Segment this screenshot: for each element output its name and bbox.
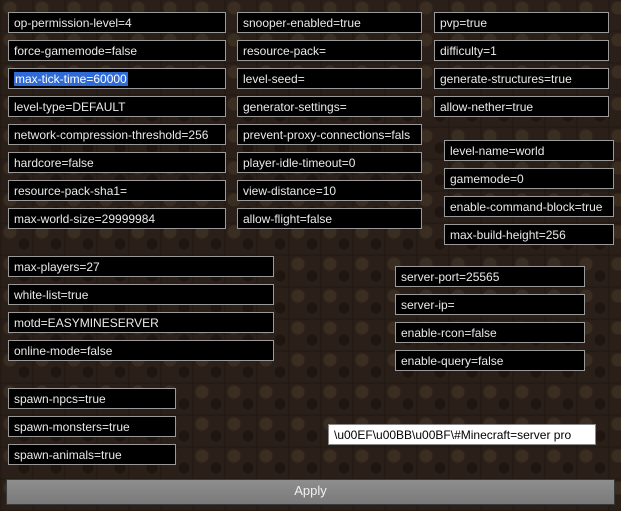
prop-spawn-animals[interactable]: spawn-animals=true — [8, 444, 176, 465]
prop-max-world-size[interactable]: max-world-size=29999984 — [8, 208, 226, 229]
prop-hardcore[interactable]: hardcore=false — [8, 152, 226, 173]
prop-text: max-players=27 — [14, 260, 100, 274]
prop-text: server-port=25565 — [401, 270, 499, 284]
prop-spawn-npcs[interactable]: spawn-npcs=true — [8, 388, 176, 409]
prop-text: allow-nether=true — [440, 100, 533, 114]
prop-text: max-tick-time=60000 — [14, 72, 128, 86]
prop-text: level-seed= — [243, 72, 305, 86]
prop-pvp[interactable]: pvp=true — [434, 12, 609, 33]
prop-player-idle-timeout[interactable]: player-idle-timeout=0 — [237, 152, 422, 173]
prop-max-players[interactable]: max-players=27 — [8, 256, 274, 277]
prop-text: enable-rcon=false — [401, 326, 497, 340]
prop-text: difficulty=1 — [440, 44, 497, 58]
prop-enable-rcon[interactable]: enable-rcon=false — [395, 322, 585, 343]
prop-text: generate-structures=true — [440, 72, 572, 86]
prop-level-type[interactable]: level-type=DEFAULT — [8, 96, 226, 117]
prop-network-compression-threshold[interactable]: network-compression-threshold=256 — [8, 124, 226, 145]
prop-view-distance[interactable]: view-distance=10 — [237, 180, 422, 201]
prop-snooper-enabled[interactable]: snooper-enabled=true — [237, 12, 422, 33]
prop-text: hardcore=false — [14, 156, 94, 170]
prop-motd[interactable]: motd=EASYMINESERVER — [8, 312, 274, 333]
prop-allow-flight[interactable]: allow-flight=false — [237, 208, 422, 229]
prop-text: gamemode=0 — [450, 172, 524, 186]
prop-text: level-type=DEFAULT — [14, 100, 126, 114]
prop-white-list[interactable]: white-list=true — [8, 284, 274, 305]
prop-text: force-gamemode=false — [14, 44, 137, 58]
prop-text: enable-query=false — [401, 354, 503, 368]
prop-text: \u00EF\u00BB\u00BF\#Minecraft=server pro — [334, 428, 571, 442]
prop-text: server-ip= — [401, 298, 455, 312]
prop-gamemode[interactable]: gamemode=0 — [444, 168, 614, 189]
prop-enable-query[interactable]: enable-query=false — [395, 350, 585, 371]
prop-level-name[interactable]: level-name=world — [444, 140, 614, 161]
prop-raw-header[interactable]: \u00EF\u00BB\u00BF\#Minecraft=server pro — [328, 424, 596, 445]
prop-text: spawn-npcs=true — [14, 392, 106, 406]
apply-button[interactable]: Apply — [6, 479, 615, 505]
prop-max-tick-time[interactable]: max-tick-time=60000 — [8, 68, 226, 89]
prop-op-permission-level[interactable]: op-permission-level=4 — [8, 12, 226, 33]
prop-text: online-mode=false — [14, 344, 112, 358]
prop-text: resource-pack= — [243, 44, 326, 58]
prop-text: resource-pack-sha1= — [14, 184, 127, 198]
prop-text: spawn-monsters=true — [14, 420, 130, 434]
apply-label: Apply — [294, 483, 327, 498]
prop-text: prevent-proxy-connections=fals — [243, 128, 410, 142]
prop-text: max-world-size=29999984 — [14, 212, 155, 226]
prop-text: snooper-enabled=true — [243, 16, 361, 30]
prop-server-ip[interactable]: server-ip= — [395, 294, 585, 315]
prop-generate-structures[interactable]: generate-structures=true — [434, 68, 609, 89]
prop-level-seed[interactable]: level-seed= — [237, 68, 422, 89]
prop-spawn-monsters[interactable]: spawn-monsters=true — [8, 416, 176, 437]
prop-text: pvp=true — [440, 16, 487, 30]
prop-max-build-height[interactable]: max-build-height=256 — [444, 224, 614, 245]
prop-text: max-build-height=256 — [450, 228, 566, 242]
prop-text: op-permission-level=4 — [14, 16, 132, 30]
prop-text: level-name=world — [450, 144, 544, 158]
prop-text: spawn-animals=true — [14, 448, 122, 462]
prop-prevent-proxy-connections[interactable]: prevent-proxy-connections=fals — [237, 124, 422, 145]
prop-resource-pack[interactable]: resource-pack= — [237, 40, 422, 61]
prop-allow-nether[interactable]: allow-nether=true — [434, 96, 609, 117]
prop-difficulty[interactable]: difficulty=1 — [434, 40, 609, 61]
prop-text: view-distance=10 — [243, 184, 336, 198]
prop-text: white-list=true — [14, 288, 88, 302]
prop-text: generator-settings= — [243, 100, 347, 114]
prop-text: enable-command-block=true — [450, 200, 602, 214]
prop-text: network-compression-threshold=256 — [14, 128, 208, 142]
prop-server-port[interactable]: server-port=25565 — [395, 266, 585, 287]
prop-enable-command-block[interactable]: enable-command-block=true — [444, 196, 614, 217]
prop-resource-pack-sha1[interactable]: resource-pack-sha1= — [8, 180, 226, 201]
prop-generator-settings[interactable]: generator-settings= — [237, 96, 422, 117]
prop-online-mode[interactable]: online-mode=false — [8, 340, 274, 361]
prop-force-gamemode[interactable]: force-gamemode=false — [8, 40, 226, 61]
prop-text: allow-flight=false — [243, 212, 332, 226]
prop-text: motd=EASYMINESERVER — [14, 316, 159, 330]
prop-text: player-idle-timeout=0 — [243, 156, 355, 170]
